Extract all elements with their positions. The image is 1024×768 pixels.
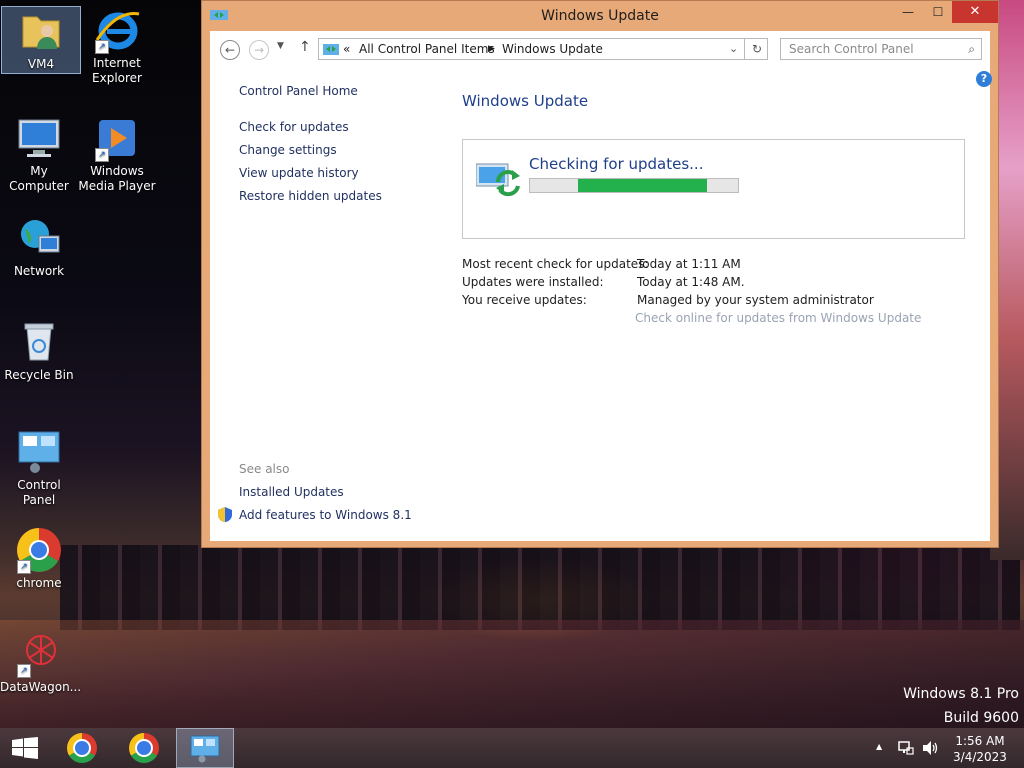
- desktop-icon-internet-explorer[interactable]: ↗ Internet Explorer: [78, 6, 156, 86]
- network-tray-icon[interactable]: [898, 740, 914, 759]
- installed-label: Updates were installed:: [462, 275, 604, 289]
- taskbar: ▲ 1:56 AM 3/4/2023: [0, 728, 1024, 768]
- desktop-icon-label: Recycle Bin: [4, 368, 74, 382]
- change-settings-link[interactable]: Change settings: [239, 143, 337, 157]
- update-progress-fill: [578, 179, 707, 192]
- desktop-icon-label: VM4: [27, 57, 55, 71]
- installed-value: Today at 1:48 AM.: [637, 275, 745, 289]
- desktop-icon-label: Internet Explorer: [92, 56, 142, 85]
- desktop-icon-label: DataWagon...: [0, 680, 82, 694]
- shortcut-arrow-icon: ↗: [17, 664, 31, 678]
- receive-updates-label: You receive updates:: [462, 293, 587, 307]
- desktop-icon-vm4[interactable]: VM4: [1, 6, 81, 74]
- show-hidden-icons-chevron-icon[interactable]: ▲: [876, 742, 882, 751]
- desktop-icon-recycle-bin[interactable]: Recycle Bin: [0, 318, 78, 383]
- media-player-icon: ↗: [93, 114, 141, 162]
- check-for-updates-link[interactable]: Check for updates: [239, 120, 349, 134]
- navigation-bar: ← → ▼ ↑ « All Control Panel Items ▶ Wind…: [210, 31, 990, 69]
- taskbar-control-panel-button[interactable]: [176, 728, 234, 768]
- clock-time[interactable]: 1:56 AM: [950, 734, 1010, 748]
- refresh-icon[interactable]: ↻: [744, 38, 769, 60]
- internet-explorer-icon: ↗: [93, 6, 141, 54]
- windows-update-window: Windows Update — ☐ ✕ ← → ▼ ↑ « All Contr…: [201, 0, 999, 548]
- control-panel-icon: [15, 428, 63, 476]
- breadcrumb-windows-update[interactable]: Windows Update: [502, 39, 603, 59]
- see-also-heading: See also: [239, 462, 290, 476]
- wallpaper-street: [0, 620, 1024, 728]
- last-check-value: Today at 1:11 AM: [637, 257, 741, 271]
- update-checking-icon: [475, 162, 522, 199]
- os-build-watermark: Build 9600: [943, 710, 1019, 726]
- user-folder-icon: [17, 7, 65, 55]
- address-bar[interactable]: « All Control Panel Items ▶ Windows Upda…: [318, 38, 768, 60]
- minimize-button[interactable]: —: [894, 1, 922, 23]
- control-panel-home-link[interactable]: Control Panel Home: [239, 84, 358, 98]
- control-panel-icon: [190, 735, 220, 766]
- search-placeholder: Search Control Panel: [789, 42, 914, 56]
- uac-shield-icon: [217, 506, 233, 526]
- receive-updates-value: Managed by your system administrator: [637, 293, 874, 307]
- check-online-link[interactable]: Check online for updates from Windows Up…: [635, 311, 921, 325]
- title-bar[interactable]: Windows Update — ☐ ✕: [202, 1, 998, 31]
- page-title: Windows Update: [462, 92, 589, 110]
- maximize-button[interactable]: ☐: [924, 1, 952, 23]
- recent-locations-chevron-icon[interactable]: ▼: [277, 41, 284, 51]
- control-panel-location-icon: [323, 42, 339, 62]
- shortcut-arrow-icon: ↗: [95, 40, 109, 54]
- os-edition-watermark: Windows 8.1 Pro: [903, 686, 1019, 702]
- back-arrow-icon[interactable]: ←: [220, 40, 240, 60]
- forward-arrow-icon[interactable]: →: [249, 40, 269, 60]
- installed-updates-link[interactable]: Installed Updates: [239, 485, 344, 499]
- close-button[interactable]: ✕: [952, 1, 998, 23]
- desktop-icon-datawagon[interactable]: ↗ DataWagon...: [0, 630, 82, 695]
- desktop-icon-network[interactable]: Network: [0, 214, 78, 279]
- network-globe-icon: [15, 214, 63, 262]
- chrome-icon: ↗: [15, 526, 63, 574]
- desktop-icon-label: Control Panel: [17, 478, 61, 507]
- window-client-area: ← → ▼ ↑ « All Control Panel Items ▶ Wind…: [210, 31, 992, 541]
- restore-hidden-updates-link[interactable]: Restore hidden updates: [239, 189, 382, 203]
- computer-icon: [15, 114, 63, 162]
- update-status-panel: Checking for updates...: [462, 139, 965, 239]
- start-button[interactable]: [0, 728, 50, 768]
- datawagon-icon: ↗: [15, 630, 63, 678]
- desktop-icon-chrome[interactable]: ↗ chrome: [0, 526, 78, 591]
- last-check-label: Most recent check for updates:: [462, 257, 649, 271]
- search-icon[interactable]: ⌕: [968, 39, 975, 59]
- view-update-history-link[interactable]: View update history: [239, 166, 359, 180]
- update-status-text: Checking for updates...: [529, 155, 704, 173]
- shortcut-arrow-icon: ↗: [95, 148, 109, 162]
- clock-date[interactable]: 3/4/2023: [950, 750, 1010, 764]
- wallpaper-city: [60, 545, 1020, 630]
- desktop-icon-control-panel[interactable]: Control Panel: [0, 428, 78, 508]
- volume-icon[interactable]: [922, 740, 940, 759]
- taskbar-chrome-button-2[interactable]: [120, 728, 168, 768]
- window-title: Windows Update: [541, 8, 659, 24]
- breadcrumb-separator-icon[interactable]: ▶: [488, 39, 495, 59]
- windows-start-icon: [12, 737, 38, 762]
- desktop-icon-my-computer[interactable]: My Computer: [0, 114, 78, 194]
- update-progress-bar: [529, 178, 739, 193]
- desktop-icon-media-player[interactable]: ↗ Windows Media Player: [78, 114, 156, 194]
- chrome-icon: [129, 733, 159, 763]
- shortcut-arrow-icon: ↗: [17, 560, 31, 574]
- help-icon[interactable]: ?: [976, 71, 992, 87]
- desktop-icon-label: Windows Media Player: [78, 164, 156, 193]
- add-features-link[interactable]: Add features to Windows 8.1: [239, 508, 412, 522]
- up-arrow-icon[interactable]: ↑: [299, 39, 311, 55]
- address-dropdown-chevron-icon[interactable]: ⌄: [729, 39, 738, 59]
- recycle-bin-icon: [15, 318, 63, 366]
- breadcrumb-overflow[interactable]: «: [343, 39, 350, 59]
- desktop-icon-label: Network: [13, 264, 65, 278]
- breadcrumb-all-control-panel-items[interactable]: All Control Panel Items: [359, 39, 495, 59]
- desktop-icon-label: chrome: [16, 576, 62, 590]
- taskbar-chrome-button[interactable]: [58, 728, 106, 768]
- search-control-panel-input[interactable]: Search Control Panel ⌕: [780, 38, 982, 60]
- desktop-icon-label: My Computer: [9, 164, 69, 193]
- chrome-icon: [67, 733, 97, 763]
